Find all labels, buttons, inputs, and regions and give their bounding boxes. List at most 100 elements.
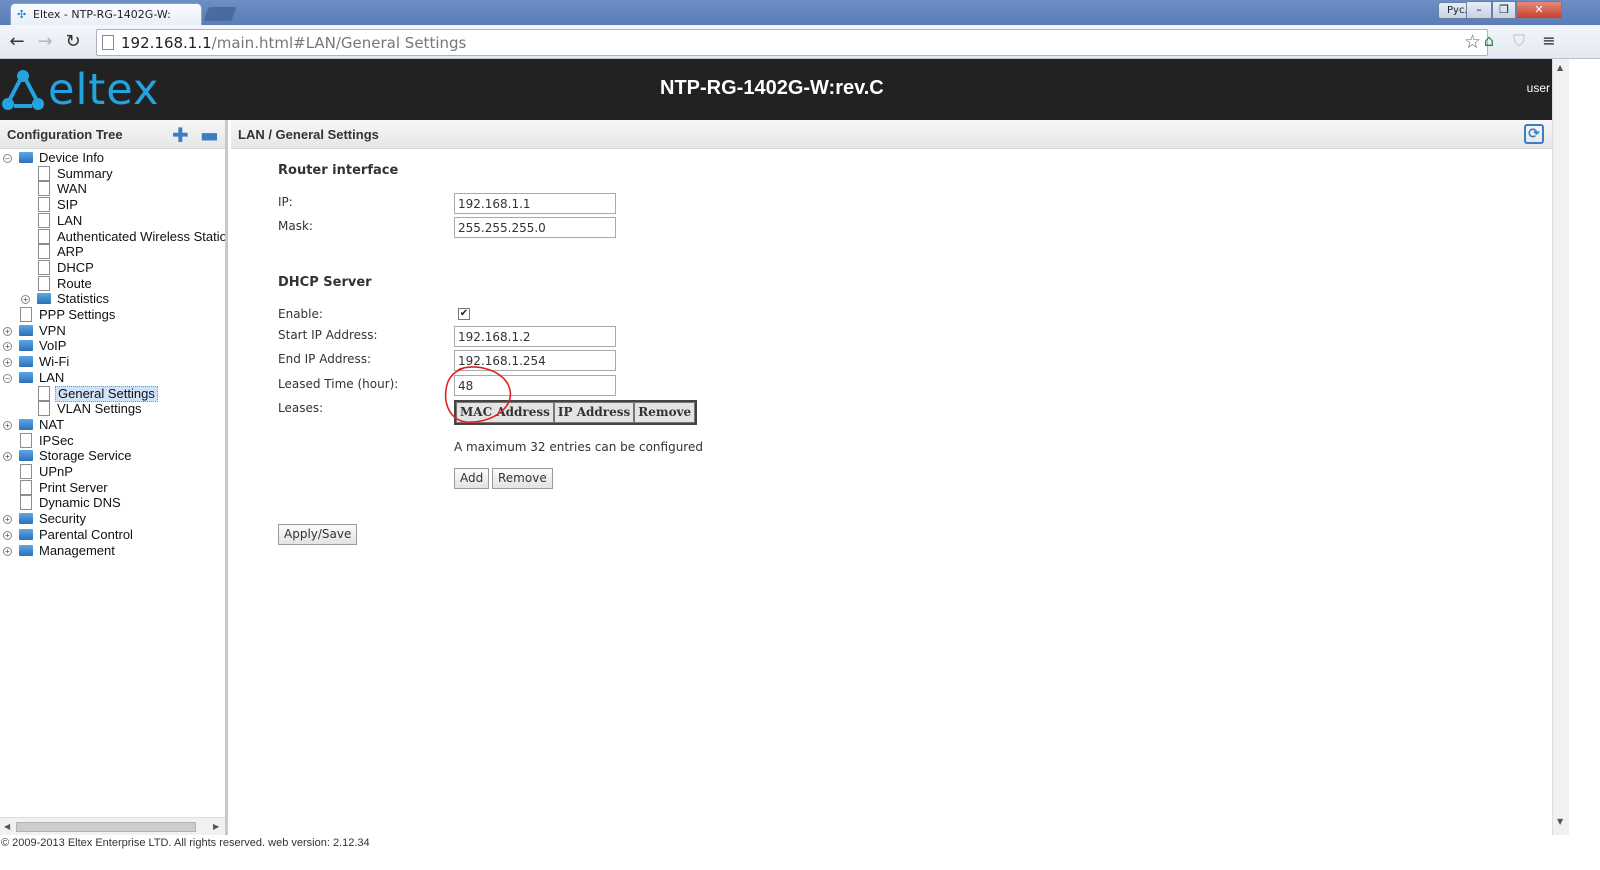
- expand-toggle-icon[interactable]: +: [3, 452, 12, 461]
- scroll-left-icon[interactable]: ◀: [4, 822, 10, 831]
- reload-button[interactable]: ↻: [62, 31, 84, 53]
- tree-item-label[interactable]: LAN: [37, 370, 66, 386]
- tree-item-label[interactable]: Summary: [55, 166, 115, 182]
- mask-input[interactable]: [454, 217, 616, 238]
- tree-item-label[interactable]: SIP: [55, 197, 80, 213]
- tree-item-label[interactable]: Authenticated Wireless Statio: [55, 229, 225, 245]
- tree-item-label[interactable]: Management: [37, 543, 117, 559]
- menu-icon[interactable]: ≡: [1538, 30, 1560, 52]
- tree-item-label[interactable]: NAT: [37, 417, 66, 433]
- tree-item[interactable]: UPnP: [0, 464, 225, 480]
- tree-item[interactable]: General Settings: [0, 386, 225, 402]
- tree-item-label[interactable]: ARP: [55, 244, 86, 260]
- tree-item[interactable]: + Security: [0, 511, 225, 527]
- start-ip-input[interactable]: [454, 326, 616, 347]
- end-ip-input[interactable]: [454, 350, 616, 371]
- tree-item-label[interactable]: WAN: [55, 181, 89, 197]
- tree-item-label[interactable]: Statistics: [55, 291, 111, 307]
- tree-item-label[interactable]: DHCP: [55, 260, 96, 276]
- remove-button[interactable]: Remove: [492, 468, 553, 489]
- tree-item[interactable]: DHCP: [0, 260, 225, 276]
- tree-item[interactable]: Dynamic DNS: [0, 495, 225, 511]
- tree-item[interactable]: – Device Info: [0, 150, 225, 166]
- tree-item[interactable]: WAN: [0, 181, 225, 197]
- tree-item[interactable]: ARP: [0, 244, 225, 260]
- expand-toggle-icon[interactable]: +: [3, 327, 12, 336]
- tree-item-label[interactable]: IPSec: [37, 433, 76, 449]
- tree-item[interactable]: + VoIP: [0, 338, 225, 354]
- tree-item-label[interactable]: Security: [37, 511, 88, 527]
- add-button[interactable]: Add: [454, 468, 490, 489]
- expand-toggle-icon[interactable]: +: [21, 295, 30, 304]
- tree-item-label[interactable]: VPN: [37, 323, 68, 339]
- close-window-button[interactable]: ✕: [1516, 1, 1562, 19]
- tree-item[interactable]: Print Server: [0, 480, 225, 496]
- expand-toggle-icon[interactable]: +: [3, 342, 12, 351]
- tree-item-label[interactable]: LAN: [55, 213, 84, 229]
- tree-item-label[interactable]: VLAN Settings: [55, 401, 144, 417]
- tree-item[interactable]: Authenticated Wireless Statio: [0, 229, 225, 245]
- tree-item[interactable]: + Management: [0, 543, 225, 559]
- collapse-toggle-icon[interactable]: –: [3, 374, 12, 383]
- back-button[interactable]: ←: [6, 31, 28, 53]
- expand-toggle-icon[interactable]: +: [3, 531, 12, 540]
- tree-item-label[interactable]: General Settings: [55, 386, 158, 402]
- tree-item[interactable]: + Storage Service: [0, 448, 225, 464]
- folder-icon: [19, 340, 33, 351]
- shield-icon[interactable]: ⛉: [1508, 30, 1530, 52]
- address-bar[interactable]: 192.168.1.1/main.html#LAN/General Settin…: [96, 29, 1488, 56]
- refresh-icon[interactable]: ⟳: [1524, 124, 1544, 144]
- scroll-right-icon[interactable]: ▶: [213, 822, 219, 831]
- tree-item-label[interactable]: PPP Settings: [37, 307, 117, 323]
- tree-item[interactable]: Summary: [0, 166, 225, 182]
- collapse-all-icon[interactable]: ▬: [200, 123, 219, 147]
- eltex-logo[interactable]: eltex: [0, 68, 159, 112]
- tree-item-label[interactable]: Dynamic DNS: [37, 495, 123, 511]
- tree-horizontal-scrollbar[interactable]: ◀ ▶: [0, 817, 225, 835]
- collapse-toggle-icon[interactable]: –: [3, 154, 12, 163]
- sidebar-header: Configuration Tree ✚ ▬: [0, 120, 225, 149]
- apply-save-button[interactable]: Apply/Save: [278, 524, 358, 545]
- tree-item-label[interactable]: UPnP: [37, 464, 75, 480]
- tree-item-label[interactable]: Wi-Fi: [37, 354, 71, 370]
- expand-toggle-icon[interactable]: +: [3, 358, 12, 367]
- restore-button[interactable]: ❐: [1492, 1, 1516, 19]
- dhcp-enable-checkbox[interactable]: ✔: [458, 308, 470, 320]
- scroll-down-icon[interactable]: ▼: [1557, 817, 1563, 826]
- browser-tab[interactable]: ✣ Eltex - NTP-RG-1402G-W:: [10, 3, 202, 25]
- page-vertical-scrollbar[interactable]: ▲ ▼: [1552, 59, 1569, 835]
- tab-title: Eltex - NTP-RG-1402G-W:: [33, 8, 171, 21]
- tree-item-label[interactable]: Parental Control: [37, 527, 135, 543]
- max-entries-note: A maximum 32 entries can be configured: [454, 440, 703, 454]
- tree-item[interactable]: VLAN Settings: [0, 401, 225, 417]
- tree-item[interactable]: + Statistics: [0, 291, 225, 307]
- tree-item[interactable]: SIP: [0, 197, 225, 213]
- scroll-up-icon[interactable]: ▲: [1557, 63, 1563, 72]
- tree-item[interactable]: + VPN: [0, 323, 225, 339]
- tree-item[interactable]: + Wi-Fi: [0, 354, 225, 370]
- user-label[interactable]: user: [1527, 81, 1550, 95]
- forward-button[interactable]: →: [34, 31, 56, 53]
- scroll-thumb[interactable]: [16, 822, 196, 832]
- expand-toggle-icon[interactable]: +: [3, 515, 12, 524]
- lease-time-input[interactable]: [454, 375, 616, 396]
- tree-item[interactable]: IPSec: [0, 433, 225, 449]
- tree-item-label[interactable]: Storage Service: [37, 448, 134, 464]
- tree-item[interactable]: + NAT: [0, 417, 225, 433]
- tree-item[interactable]: Route: [0, 276, 225, 292]
- expand-toggle-icon[interactable]: +: [3, 421, 12, 430]
- tree-item[interactable]: + Parental Control: [0, 527, 225, 543]
- expand-toggle-icon[interactable]: +: [3, 547, 12, 556]
- tree-item-label[interactable]: Device Info: [37, 150, 106, 166]
- minimize-button[interactable]: –: [1466, 1, 1492, 19]
- new-tab-button[interactable]: [203, 7, 237, 21]
- tree-item[interactable]: LAN: [0, 213, 225, 229]
- tree-item[interactable]: – LAN: [0, 370, 225, 386]
- extension-icon[interactable]: ⌂: [1478, 30, 1500, 52]
- tree-item-label[interactable]: Route: [55, 276, 94, 292]
- expand-all-icon[interactable]: ✚: [172, 123, 189, 147]
- tree-item-label[interactable]: Print Server: [37, 480, 110, 496]
- tree-item-label[interactable]: VoIP: [37, 338, 68, 354]
- tree-item[interactable]: PPP Settings: [0, 307, 225, 323]
- ip-input[interactable]: [454, 193, 616, 214]
